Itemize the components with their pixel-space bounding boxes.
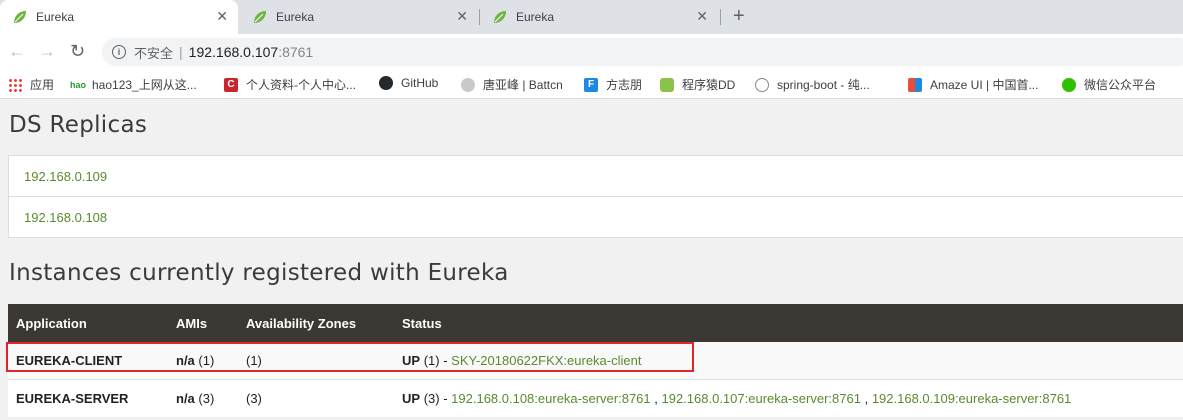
replicas-list: 192.168.0.109 192.168.0.108 xyxy=(8,155,1183,238)
address-bar[interactable]: i 不安全 | 192.168.0.107:8761 xyxy=(102,38,1183,66)
application-cell: EUREKA-SERVER xyxy=(8,379,168,417)
tab-eureka-3[interactable]: Eureka ✕ xyxy=(480,0,718,34)
bookmark-github[interactable]: GitHub xyxy=(379,76,438,90)
amis-cell: n/a (1) xyxy=(168,342,238,380)
bookmark-label: 微信公众平台 xyxy=(1084,78,1157,92)
status-cell: UP (1) - SKY-20180622FKX:eureka-client xyxy=(394,342,1183,380)
bookmark-label: Amaze UI | 中国首... xyxy=(930,78,1039,92)
status-count: (3) - xyxy=(423,391,448,406)
amis-count: (1) xyxy=(198,353,215,368)
tab-eureka-1[interactable]: Eureka ✕ xyxy=(0,0,238,34)
tab-eureka-2[interactable]: Eureka ✕ xyxy=(240,0,478,34)
column-header: Application xyxy=(8,304,168,342)
tab-title: Eureka xyxy=(276,10,315,24)
ds-replicas-heading: DS Replicas xyxy=(9,112,148,138)
bookmark-label: 应用 xyxy=(30,78,55,92)
close-icon[interactable]: ✕ xyxy=(216,9,228,23)
url-port: :8761 xyxy=(278,44,314,60)
amaze-icon xyxy=(908,77,922,92)
table-row: EUREKA-SERVER n/a (3) (3) UP (3) - 192.1… xyxy=(8,379,1183,417)
tab-title: Eureka xyxy=(516,10,555,24)
spring-leaf-icon xyxy=(14,11,26,23)
bookmark-label: 方志朋 xyxy=(606,78,643,92)
replica-link[interactable]: 192.168.0.109 xyxy=(24,169,107,184)
close-icon[interactable]: ✕ xyxy=(456,9,468,23)
csdn-icon: C xyxy=(224,77,238,92)
amis-cell: n/a (3) xyxy=(168,379,238,417)
apps-grid-icon xyxy=(8,77,22,92)
address-divider: | xyxy=(179,44,183,60)
bookmark-label: 程序猿DD xyxy=(682,78,736,92)
bookmark-csdn[interactable]: C 个人资料-个人中心... xyxy=(224,76,356,93)
table-row: EUREKA-CLIENT n/a (1) (1) UP (1) - SKY-2… xyxy=(8,342,1183,380)
replica-link[interactable]: 192.168.0.108 xyxy=(24,210,107,225)
security-label: 不安全 xyxy=(134,45,174,61)
instances-heading: Instances currently registered with Eure… xyxy=(9,260,509,286)
bookmark-fangzhipeng[interactable]: F 方志朋 xyxy=(584,76,642,93)
wechat-icon xyxy=(1062,77,1076,92)
f-letter-icon: F xyxy=(584,77,598,92)
bookmark-amaze-ui[interactable]: Amaze UI | 中国首... xyxy=(908,76,1038,93)
tab-strip: Eureka ✕ Eureka ✕ Eureka ✕ + xyxy=(0,0,1183,34)
close-icon[interactable]: ✕ xyxy=(696,9,708,23)
bookmark-label: hao123_上网从这... xyxy=(92,78,197,92)
site-icon xyxy=(755,77,769,92)
list-item: 192.168.0.108 xyxy=(9,197,1183,238)
amis-label: n/a xyxy=(176,353,195,368)
zones-cell: (3) xyxy=(238,379,394,417)
bookmark-label: spring-boot - 纯... xyxy=(777,78,870,92)
application-cell: EUREKA-CLIENT xyxy=(8,342,168,380)
table-header-row: Application AMIs Availability Zones Stat… xyxy=(8,304,1183,342)
forward-arrow-icon[interactable]: → xyxy=(38,41,56,61)
page-content: DS Replicas 192.168.0.109 192.168.0.108 … xyxy=(0,99,1183,420)
amis-label: n/a xyxy=(176,391,195,406)
spring-leaf-icon xyxy=(494,11,506,23)
column-header: AMIs xyxy=(168,304,238,342)
url-host: 192.168.0.107 xyxy=(188,44,279,60)
avatar-icon xyxy=(660,77,674,92)
back-arrow-icon[interactable]: ← xyxy=(8,41,26,61)
bookmark-spring-boot[interactable]: spring-boot - 纯... xyxy=(755,76,870,93)
instance-link[interactable]: 192.168.0.108:eureka-server:8761 xyxy=(451,391,650,406)
bookmark-hao123[interactable]: hao hao123_上网从这... xyxy=(70,76,197,93)
info-icon[interactable]: i xyxy=(112,45,126,59)
bookmark-wechat[interactable]: 微信公众平台 xyxy=(1062,76,1156,93)
instance-link[interactable]: 192.168.0.107:eureka-server:8761 xyxy=(661,391,860,406)
application-name: EUREKA-CLIENT xyxy=(16,353,123,368)
application-name: EUREKA-SERVER xyxy=(16,391,129,406)
status-cell: UP (3) - 192.168.0.108:eureka-server:876… xyxy=(394,379,1183,417)
instance-link[interactable]: SKY-20180622FKX:eureka-client xyxy=(451,353,641,368)
instances-table: Application AMIs Availability Zones Stat… xyxy=(8,304,1183,417)
tab-divider xyxy=(720,9,721,25)
bookmark-apps[interactable]: 应用 xyxy=(8,76,54,93)
bookmark-label: GitHub xyxy=(401,76,439,90)
bookmark-didispace[interactable]: 程序猿DD xyxy=(660,76,735,93)
bookmarks-bar: 应用 hao hao123_上网从这... C 个人资料-个人中心... Git… xyxy=(0,70,1183,99)
reload-icon[interactable]: ↻ xyxy=(70,41,85,61)
hao123-icon: hao xyxy=(70,79,87,90)
avatar-icon xyxy=(461,77,475,92)
amis-count: (3) xyxy=(198,391,215,406)
bookmark-battcn[interactable]: 唐亚峰 | Battcn xyxy=(461,76,563,93)
new-tab-icon[interactable]: + xyxy=(733,5,745,27)
bookmark-label: 唐亚峰 | Battcn xyxy=(483,78,563,92)
instance-link[interactable]: 192.168.0.109:eureka-server:8761 xyxy=(872,391,1071,406)
status-label: UP xyxy=(402,391,421,406)
column-header: Availability Zones xyxy=(238,304,394,342)
status-count: (1) - xyxy=(423,353,448,368)
list-item: 192.168.0.109 xyxy=(9,156,1183,197)
zones-cell: (1) xyxy=(238,342,394,380)
bookmark-label: 个人资料-个人中心... xyxy=(246,78,356,92)
tab-title: Eureka xyxy=(36,10,75,24)
status-label: UP xyxy=(402,353,421,368)
column-header: Status xyxy=(394,304,1183,342)
github-icon xyxy=(379,76,393,90)
browser-toolbar: ← → ↻ i 不安全 | 192.168.0.107:8761 xyxy=(0,34,1183,70)
spring-leaf-icon xyxy=(254,11,266,23)
